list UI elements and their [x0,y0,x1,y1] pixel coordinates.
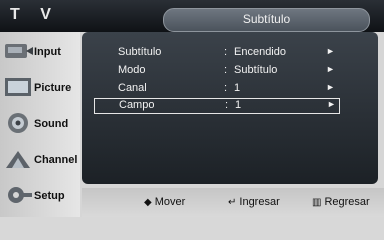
sound-icon [8,113,28,133]
row-colon: : [224,82,228,94]
sidebar-item-label: Picture [34,82,72,94]
row-label: Modo [118,64,146,76]
return-label: Regresar [324,196,370,208]
tv-osd-screen: T V Subtítulo Input Picture Sound Channe… [0,0,384,217]
chevron-right-icon: ► [326,82,335,92]
channel-icon [6,151,30,168]
sidebar: Input Picture Sound Channel Setup [0,32,80,217]
enter-label: Ingresar [239,196,280,208]
sidebar-item-label: Input [34,46,61,58]
tv-title: T V [10,6,59,23]
title-bar: T V Subtítulo [0,0,384,32]
sidebar-item-picture[interactable]: Picture [0,70,80,104]
move-icon: ◆ [144,197,152,208]
menu-row-subtitulo[interactable]: Subtítulo : Encendido ► [94,46,338,61]
return-hint: ▥ Regresar [312,196,370,208]
chevron-right-icon: ► [327,99,336,109]
return-icon: ▥ [312,197,322,208]
row-label: Campo [119,99,155,111]
enter-hint: ↵ Ingresar [228,196,280,208]
row-value: 1 [234,82,241,94]
row-value: Encendido [234,46,286,58]
sidebar-item-channel[interactable]: Channel [0,142,80,176]
sidebar-item-label: Setup [34,190,65,202]
chevron-right-icon: ► [326,46,335,56]
sidebar-item-label: Channel [34,154,78,166]
row-label: Subtítulo [118,46,162,58]
move-label: Mover [154,196,186,208]
picture-icon [5,78,31,96]
row-value: 1 [235,99,242,111]
move-hint: ◆ Mover [144,196,185,208]
sidebar-item-sound[interactable]: Sound [0,106,80,140]
menu-row-canal[interactable]: Canal : 1 ► [94,82,338,97]
sidebar-item-input[interactable]: Input [0,34,80,68]
sidebar-item-label: Sound [34,118,69,130]
enter-icon: ↵ [228,197,237,208]
settings-panel: Subtítulo : Encendido ► Modo : Subtítulo… [82,32,378,184]
chevron-right-icon: ► [326,64,335,74]
footer-nav-bar: ◆ Mover ↵ Ingresar ▥ Regresar [82,188,384,217]
input-icon [5,44,33,58]
row-colon: : [224,64,228,76]
row-value: Subtítulo [234,64,278,76]
section-title: Subtítulo [242,12,291,26]
row-colon: : [225,99,229,111]
menu-row-campo[interactable]: Campo : 1 ► [94,98,340,114]
sidebar-item-setup[interactable]: Setup [0,178,80,212]
section-header: Subtítulo [163,8,370,32]
menu-row-modo[interactable]: Modo : Subtítulo ► [94,64,338,79]
setup-icon [8,187,32,203]
row-colon: : [224,46,228,58]
row-label: Canal [118,82,147,94]
